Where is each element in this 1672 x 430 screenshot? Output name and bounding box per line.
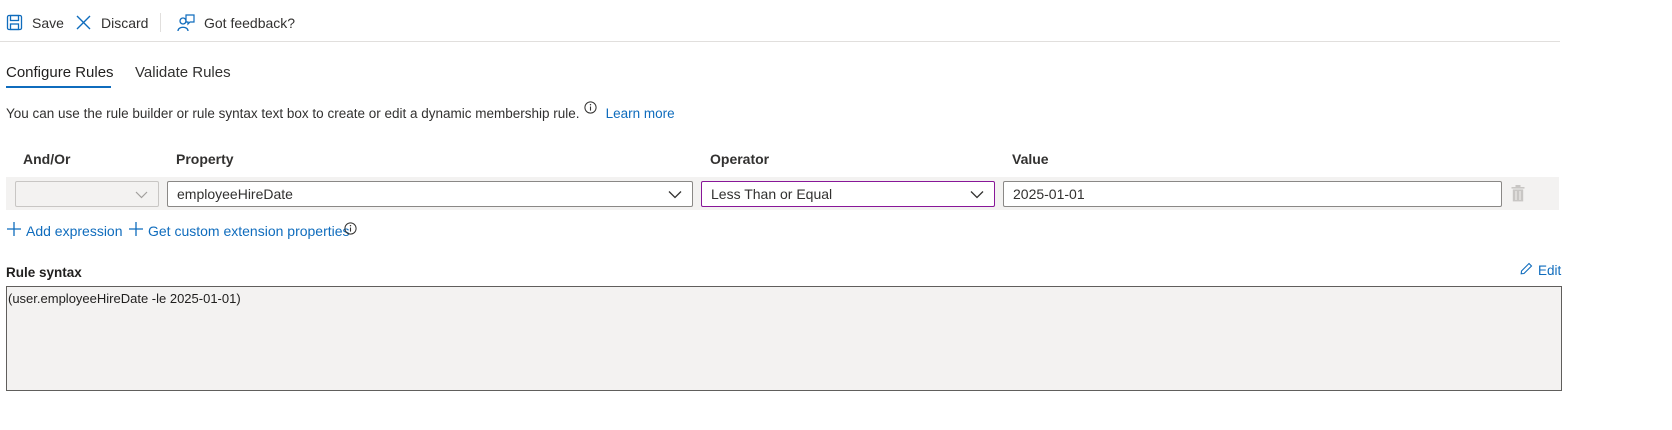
rule-syntax-label: Rule syntax xyxy=(6,265,82,280)
column-header-and-or: And/Or xyxy=(23,151,71,167)
value-text: 2025-01-01 xyxy=(1013,186,1085,202)
discard-label: Discard xyxy=(101,14,149,31)
add-expression-label: Add expression xyxy=(26,222,123,239)
info-icon[interactable] xyxy=(344,222,357,240)
property-dropdown[interactable]: employeeHireDate xyxy=(167,181,693,207)
column-header-operator: Operator xyxy=(710,151,770,167)
feedback-icon xyxy=(177,14,195,32)
value-input[interactable]: 2025-01-01 xyxy=(1003,181,1502,207)
learn-more-link[interactable]: Learn more xyxy=(606,106,675,121)
tab-configure-rules-label: Configure Rules xyxy=(6,64,114,81)
tab-configure-rules[interactable]: Configure Rules xyxy=(6,64,114,81)
get-custom-extension-label: Get custom extension properties xyxy=(148,222,350,239)
pencil-icon xyxy=(1520,262,1533,278)
info-icon[interactable] xyxy=(583,101,597,117)
rule-syntax-textbox[interactable]: (user.employeeHireDate -le 2025-01-01) xyxy=(6,286,1562,391)
trash-icon xyxy=(1511,185,1525,206)
operator-dropdown[interactable]: Less Than or Equal xyxy=(701,181,995,207)
operator-value: Less Than or Equal xyxy=(711,186,833,202)
save-icon xyxy=(6,14,23,31)
get-custom-extension-button[interactable]: Get custom extension properties xyxy=(129,222,350,239)
chevron-down-icon xyxy=(135,188,148,204)
and-or-dropdown[interactable] xyxy=(15,181,159,207)
tab-validate-rules-label: Validate Rules xyxy=(135,64,231,81)
add-expression-button[interactable]: Add expression xyxy=(7,222,123,239)
delete-row-button[interactable] xyxy=(1511,185,1525,207)
rule-syntax-text: (user.employeeHireDate -le 2025-01-01) xyxy=(8,291,241,306)
info-text: You can use the rule builder or rule syn… xyxy=(6,105,580,121)
edit-label: Edit xyxy=(1538,262,1562,278)
plus-icon xyxy=(129,222,143,239)
info-line: You can use the rule builder or rule syn… xyxy=(6,101,675,121)
column-header-property: Property xyxy=(176,151,234,167)
feedback-button[interactable]: Got feedback? xyxy=(177,14,295,32)
toolbar-divider xyxy=(160,13,161,32)
active-tab-underline xyxy=(6,86,111,88)
chevron-down-icon xyxy=(668,188,682,204)
tab-validate-rules[interactable]: Validate Rules xyxy=(135,64,231,81)
column-header-value: Value xyxy=(1012,151,1049,167)
header-divider xyxy=(0,41,1560,42)
discard-button[interactable]: Discard xyxy=(75,14,148,31)
close-icon xyxy=(75,14,92,31)
property-value: employeeHireDate xyxy=(177,186,293,202)
plus-icon xyxy=(7,222,21,239)
feedback-label: Got feedback? xyxy=(204,15,296,31)
edit-button[interactable]: Edit xyxy=(1520,262,1561,278)
save-button[interactable]: Save xyxy=(6,14,64,31)
save-label: Save xyxy=(32,14,64,31)
chevron-down-icon xyxy=(970,188,984,204)
